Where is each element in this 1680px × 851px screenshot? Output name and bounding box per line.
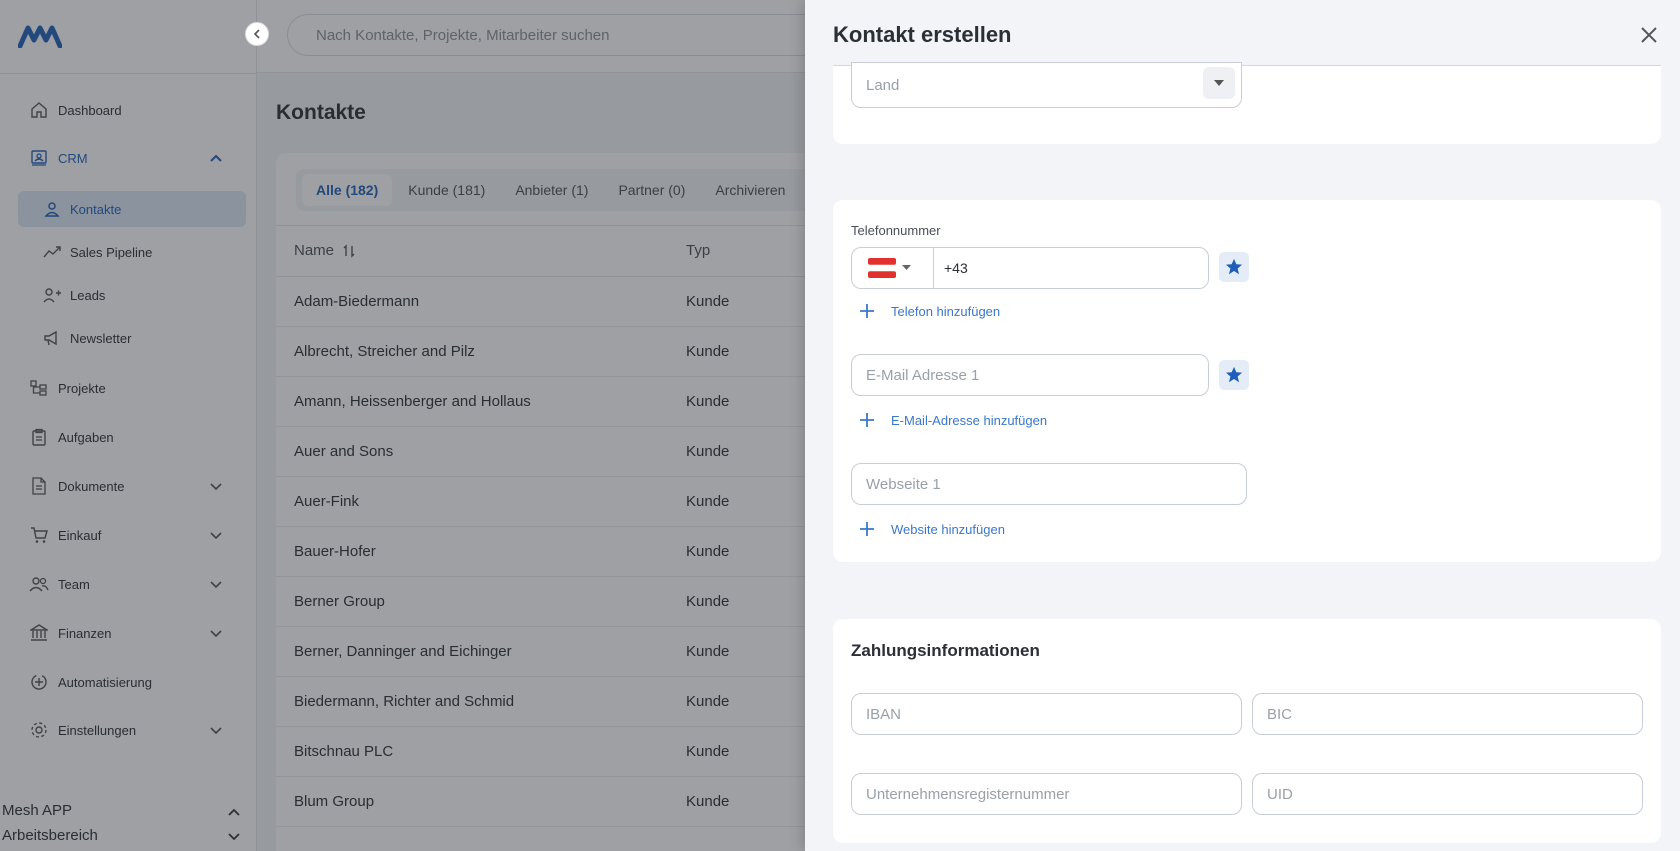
add-website-link[interactable]: Website hinzufügen — [857, 519, 1005, 539]
add-email-link[interactable]: E-Mail-Adresse hinzufügen — [857, 410, 1047, 430]
country-placeholder: Land — [866, 76, 900, 94]
website-input[interactable]: Webseite 1 — [851, 463, 1247, 505]
caret-down-icon — [1214, 80, 1224, 86]
iban-placeholder: IBAN — [866, 705, 902, 723]
phone-input[interactable]: +43 — [944, 260, 968, 276]
uid-placeholder: UID — [1267, 785, 1293, 803]
close-button[interactable] — [1634, 20, 1664, 50]
austria-flag-icon — [868, 258, 896, 278]
payment-section-title: Zahlungsinformationen — [851, 641, 1040, 660]
phone-label: Telefonnummer — [851, 223, 941, 238]
add-phone-link[interactable]: Telefon hinzufügen — [857, 301, 1000, 321]
star-icon — [1225, 366, 1243, 383]
drawer-title: Kontakt erstellen — [833, 22, 1012, 47]
company-register-input[interactable]: Unternehmensregisternummer — [851, 773, 1242, 815]
plus-icon — [857, 301, 877, 321]
phone-primary-button[interactable] — [1219, 252, 1249, 282]
bic-placeholder: BIC — [1267, 705, 1293, 723]
plus-icon — [857, 519, 877, 539]
add-phone-label: Telefon hinzufügen — [891, 303, 1001, 319]
email-input[interactable]: E-Mail Adresse 1 — [851, 354, 1209, 396]
close-icon — [1641, 27, 1657, 43]
country-code-select[interactable] — [852, 248, 934, 288]
plus-icon — [857, 410, 877, 430]
email-placeholder: E-Mail Adresse 1 — [866, 366, 980, 384]
payment-section: Zahlungsinformationen IBAN BIC Unternehm… — [833, 619, 1661, 843]
add-website-label: Website hinzufügen — [891, 521, 1005, 537]
contact-methods-section: Telefonnummer +43 Telefon hinzufügen E-M… — [833, 200, 1661, 562]
chevron-left-icon — [253, 29, 260, 39]
country-dropdown-button[interactable] — [1203, 67, 1235, 99]
email-primary-button[interactable] — [1219, 360, 1249, 390]
uid-input[interactable]: UID — [1252, 773, 1643, 815]
sidebar-collapse-button[interactable] — [245, 22, 269, 46]
bic-input[interactable]: BIC — [1252, 693, 1643, 735]
create-contact-drawer: Kontakt erstellen Land Telefonnummer +43… — [805, 0, 1680, 851]
phone-field: +43 — [851, 247, 1209, 289]
iban-input[interactable]: IBAN — [851, 693, 1242, 735]
company-register-placeholder: Unternehmensregisternummer — [866, 785, 1070, 803]
website-placeholder: Webseite 1 — [866, 475, 941, 493]
star-icon — [1225, 258, 1243, 275]
address-section: Land — [833, 62, 1661, 144]
add-email-label: E-Mail-Adresse hinzufügen — [891, 412, 1048, 428]
country-select[interactable]: Land — [851, 62, 1242, 108]
caret-down-icon — [902, 265, 911, 270]
